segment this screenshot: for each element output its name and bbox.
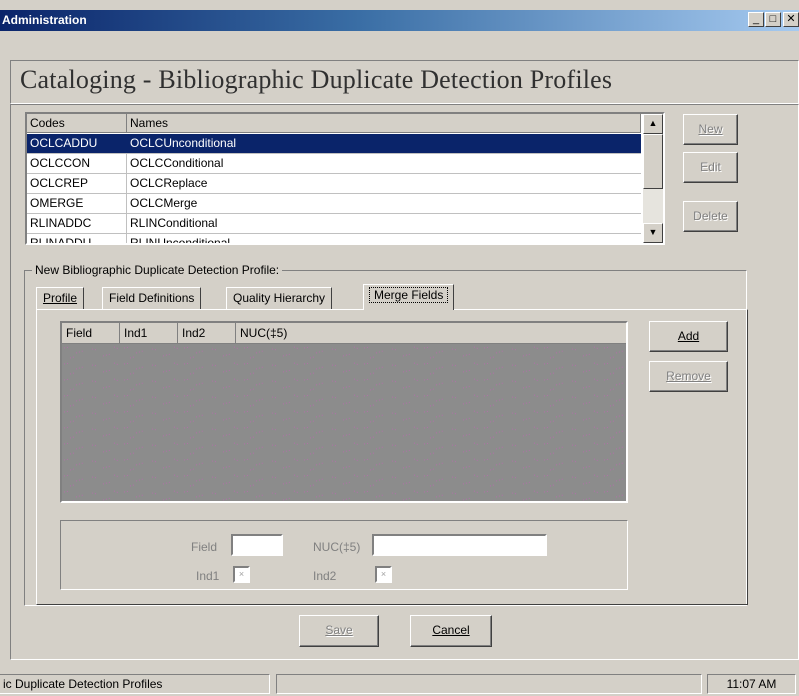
add-button[interactable]: Add [649, 321, 728, 352]
title-bar[interactable]: Administration _ □ ✕ [0, 10, 799, 31]
grid-body [62, 344, 626, 501]
list-row[interactable]: OMERGE OCLCMerge [27, 194, 641, 214]
tab-profile[interactable]: Profile [36, 287, 85, 309]
close-button[interactable]: ✕ [783, 12, 799, 27]
scroll-up-icon[interactable]: ▲ [643, 114, 663, 134]
row-name: OCLCUnconditional [130, 136, 237, 150]
cancel-button[interactable]: Cancel [410, 615, 492, 647]
row-code: OCLCCON [30, 156, 91, 170]
profile-list[interactable]: Codes Names OCLCADDU OCLCUnconditional O… [25, 112, 665, 245]
grid-header: Field Ind1 Ind2 NUC(‡5) [62, 323, 626, 344]
edit-button[interactable]: Edit [683, 152, 738, 183]
nuc-input[interactable] [372, 534, 547, 556]
row-code: OCLCREP [30, 176, 89, 190]
grid-header-nuc[interactable]: NUC(‡5) [236, 323, 626, 344]
status-bar: ic Duplicate Detection Profiles 11:07 AM [0, 672, 799, 696]
row-name: OCLCMerge [130, 196, 198, 210]
list-row[interactable]: RLINADDC RLINConditional [27, 214, 641, 234]
page-title: Cataloging - Bibliographic Duplicate Det… [20, 65, 613, 94]
list-row[interactable]: OCLCCON OCLCConditional [27, 154, 641, 174]
ind2-input[interactable]: × [375, 566, 392, 583]
status-clock: 11:07 AM [707, 674, 796, 694]
grid-header-ind1[interactable]: Ind1 [120, 323, 178, 344]
column-header-names[interactable]: Names [127, 114, 641, 133]
ind1-input[interactable]: × [233, 566, 250, 583]
row-code: RLINADDU [30, 236, 92, 245]
row-code: OMERGE [30, 196, 84, 210]
scroll-thumb[interactable] [643, 134, 663, 189]
tab-field-definitions[interactable]: Field Definitions [102, 287, 202, 309]
scroll-down-icon[interactable]: ▼ [643, 223, 663, 243]
grid-header-ind2[interactable]: Ind2 [178, 323, 236, 344]
field-label: Field [191, 540, 218, 554]
column-header-codes[interactable]: Codes [27, 114, 127, 133]
save-button[interactable]: Save [299, 615, 379, 647]
row-name: OCLCConditional [130, 156, 224, 170]
tab-quality-hierarchy[interactable]: Quality Hierarchy [226, 287, 333, 309]
row-code: RLINADDC [30, 216, 92, 230]
ind2-label: Ind2 [313, 569, 337, 583]
list-row[interactable]: OCLCADDU OCLCUnconditional [27, 134, 641, 154]
row-name: RLINUnconditional [130, 236, 231, 245]
close-icon: ✕ [786, 13, 796, 25]
tab-merge-fields[interactable]: Merge Fields [363, 284, 455, 310]
new-button[interactable]: New [683, 114, 738, 145]
minimize-icon: _ [752, 13, 760, 25]
window-title: Administration [2, 13, 87, 27]
list-header: Codes Names [27, 114, 641, 133]
maximize-button[interactable]: □ [765, 12, 781, 27]
delete-button[interactable]: Delete [683, 201, 738, 232]
status-panel-empty [276, 674, 702, 694]
ind1-label: Ind1 [196, 569, 220, 583]
row-name: RLINConditional [130, 216, 218, 230]
row-code: OCLCADDU [30, 136, 98, 150]
list-scrollbar[interactable]: ▲ ▼ [643, 114, 663, 243]
status-text: ic Duplicate Detection Profiles [0, 674, 270, 694]
remove-button[interactable]: Remove [649, 361, 728, 392]
merge-fields-grid[interactable]: Field Ind1 Ind2 NUC(‡5) [60, 321, 628, 503]
field-input[interactable] [231, 534, 283, 556]
nuc-label: NUC(‡5) [313, 540, 361, 554]
list-row[interactable]: OCLCREP OCLCReplace [27, 174, 641, 194]
list-row[interactable]: RLINADDU RLINUnconditional [27, 234, 641, 245]
maximize-icon: □ [769, 13, 777, 25]
groupbox-title: New Bibliographic Duplicate Detection Pr… [32, 263, 283, 277]
row-name: OCLCReplace [130, 176, 208, 190]
grid-header-field[interactable]: Field [62, 323, 120, 344]
minimize-button[interactable]: _ [748, 12, 764, 27]
